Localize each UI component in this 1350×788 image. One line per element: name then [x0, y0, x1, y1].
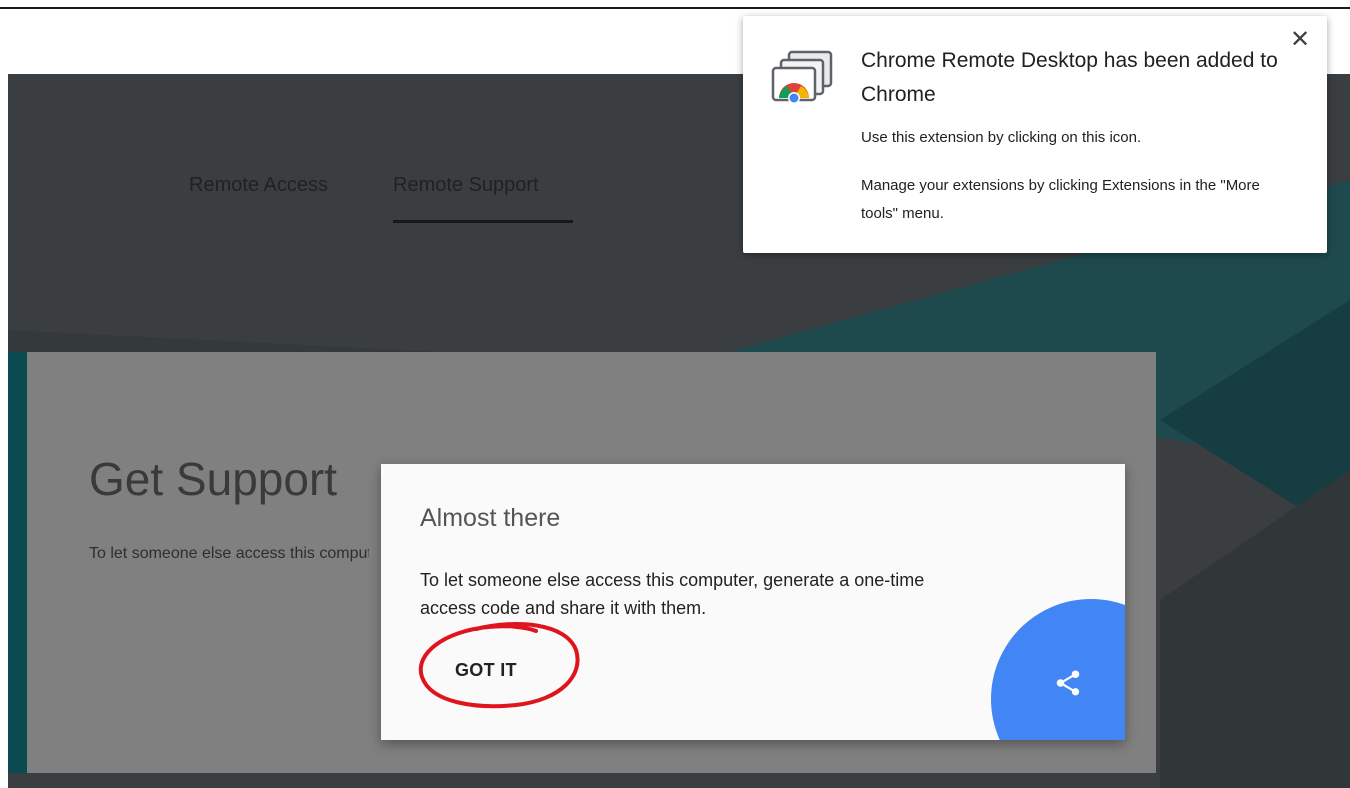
popup-line-manage: Manage your extensions by clicking Exten… — [861, 177, 1260, 222]
tab-remote-support[interactable]: Remote Support — [393, 174, 539, 197]
almost-there-dialog: Almost there To let someone else access … — [381, 464, 1125, 740]
dialog-title: Almost there — [420, 504, 561, 532]
extension-added-popup: Chrome Remote Desktop has been added to … — [743, 16, 1327, 253]
card-title: Get Support — [89, 453, 338, 505]
got-it-button[interactable]: GOT IT — [455, 660, 517, 681]
popup-title: Chrome Remote Desktop has been added to … — [861, 49, 1278, 106]
card-description: To let someone else access this computer… — [89, 545, 369, 562]
share-icon — [1056, 670, 1080, 696]
chrome-remote-desktop-icon — [771, 50, 833, 104]
tab-remote-access[interactable]: Remote Access — [189, 174, 328, 197]
active-tab-indicator — [393, 220, 573, 223]
close-icon[interactable]: ✕ — [1286, 26, 1314, 54]
card-accent-bar — [8, 352, 27, 773]
popup-line-usage: Use this extension by clicking on this i… — [861, 129, 1142, 146]
dialog-body: To let someone else access this computer… — [420, 570, 925, 618]
